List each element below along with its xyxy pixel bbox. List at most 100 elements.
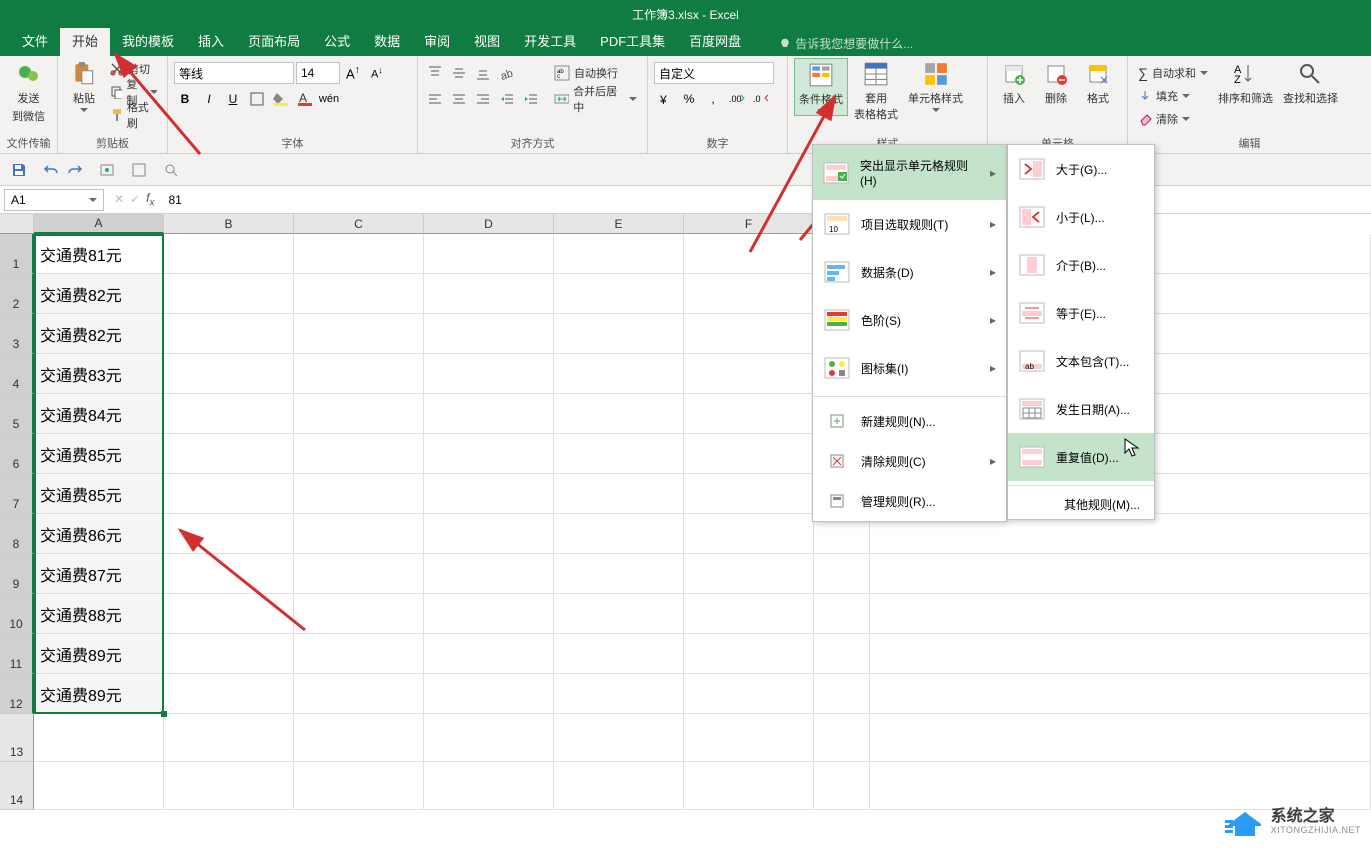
cell[interactable]	[814, 674, 870, 714]
cell[interactable]	[684, 594, 814, 634]
cell[interactable]	[554, 762, 684, 810]
cell[interactable]	[294, 474, 424, 514]
number-format-combo[interactable]: 自定义	[654, 62, 774, 84]
fx-button[interactable]: fx	[146, 191, 154, 208]
cell[interactable]: 交通费85元	[34, 434, 164, 474]
orientation-button[interactable]: ab	[496, 62, 518, 84]
send-to-wechat-button[interactable]: 发送 到微信	[8, 58, 49, 126]
increase-font-button[interactable]: A↑	[342, 62, 364, 84]
cell[interactable]	[554, 354, 684, 394]
cell[interactable]	[424, 714, 554, 762]
tab-data[interactable]: 数据	[362, 25, 412, 56]
cell[interactable]	[554, 514, 684, 554]
cell[interactable]	[164, 434, 294, 474]
increase-indent-button[interactable]	[520, 88, 542, 110]
menu-item[interactable]: 突出显示单元格规则(H)▸	[813, 145, 1006, 200]
decrease-decimal-button[interactable]: .0	[750, 88, 772, 110]
tab-file[interactable]: 文件	[10, 25, 60, 56]
row-header[interactable]: 10	[0, 594, 34, 634]
increase-decimal-button[interactable]: .00	[726, 88, 748, 110]
cell[interactable]	[554, 394, 684, 434]
cell[interactable]	[554, 634, 684, 674]
cell[interactable]	[814, 634, 870, 674]
cell-styles-button[interactable]: 单元格样式	[904, 58, 967, 114]
row-header[interactable]: 9	[0, 554, 34, 594]
cell[interactable]	[294, 762, 424, 810]
percent-button[interactable]: %	[678, 88, 700, 110]
cell[interactable]: 交通费82元	[34, 274, 164, 314]
column-header[interactable]: F	[684, 214, 814, 234]
decrease-font-button[interactable]: A↓	[366, 62, 388, 84]
align-left-button[interactable]	[424, 88, 446, 110]
cell[interactable]	[814, 762, 870, 810]
cell[interactable]	[424, 474, 554, 514]
select-all-corner[interactable]	[0, 214, 34, 234]
row-header[interactable]: 11	[0, 634, 34, 674]
cell[interactable]: 交通费82元	[34, 314, 164, 354]
cell[interactable]	[684, 434, 814, 474]
cell[interactable]	[424, 634, 554, 674]
row-header[interactable]: 4	[0, 354, 34, 394]
cell[interactable]	[164, 554, 294, 594]
cell[interactable]	[870, 714, 1371, 762]
cell[interactable]	[684, 762, 814, 810]
cell[interactable]	[424, 514, 554, 554]
qat-btn-2[interactable]	[128, 159, 150, 181]
more-rules-item[interactable]: 其他规则(M)...	[1008, 490, 1154, 519]
cell[interactable]	[424, 314, 554, 354]
cell[interactable]	[684, 474, 814, 514]
cell[interactable]	[164, 634, 294, 674]
cell[interactable]	[164, 594, 294, 634]
column-header[interactable]: E	[554, 214, 684, 234]
cell[interactable]	[554, 234, 684, 274]
undo-button[interactable]	[40, 159, 62, 181]
row-header[interactable]: 12	[0, 674, 34, 714]
menu-item[interactable]: 新建规则(N)...	[813, 401, 1006, 441]
cell[interactable]	[294, 594, 424, 634]
tab-home[interactable]: 开始	[60, 25, 110, 56]
row-header[interactable]: 6	[0, 434, 34, 474]
cancel-formula-button[interactable]: ✕	[114, 192, 124, 206]
menu-item[interactable]: 小于(L)...	[1008, 193, 1154, 241]
format-as-table-button[interactable]: 套用 表格格式	[850, 58, 902, 124]
tab-review[interactable]: 审阅	[412, 25, 462, 56]
font-color-button[interactable]: A	[294, 88, 316, 110]
cell[interactable]	[424, 394, 554, 434]
cell[interactable]	[684, 394, 814, 434]
menu-item[interactable]: 10项目选取规则(T)▸	[813, 200, 1006, 248]
tab-baidu[interactable]: 百度网盘	[677, 25, 753, 56]
column-header[interactable]: A	[34, 214, 164, 234]
font-name-combo[interactable]: 等线	[174, 62, 294, 84]
row-header[interactable]: 3	[0, 314, 34, 354]
comma-button[interactable]: ,	[702, 88, 724, 110]
cell[interactable]	[164, 274, 294, 314]
cell[interactable]	[554, 434, 684, 474]
tab-pdf[interactable]: PDF工具集	[588, 25, 677, 56]
cell[interactable]: 交通费89元	[34, 634, 164, 674]
font-size-combo[interactable]: 14	[296, 62, 340, 84]
cell[interactable]	[294, 314, 424, 354]
cell[interactable]	[684, 634, 814, 674]
cell[interactable]: 交通费85元	[34, 474, 164, 514]
insert-cells-button[interactable]: 插入	[994, 58, 1034, 108]
row-header[interactable]: 2	[0, 274, 34, 314]
cell[interactable]	[424, 762, 554, 810]
tab-view[interactable]: 视图	[462, 25, 512, 56]
qat-btn-3[interactable]	[160, 159, 182, 181]
cell[interactable]	[424, 234, 554, 274]
cell[interactable]	[164, 394, 294, 434]
name-box[interactable]: A1	[4, 189, 104, 211]
cell[interactable]	[554, 674, 684, 714]
tab-developer[interactable]: 开发工具	[512, 25, 588, 56]
cell[interactable]: 交通费89元	[34, 674, 164, 714]
row-header[interactable]: 5	[0, 394, 34, 434]
currency-button[interactable]: ¥	[654, 88, 676, 110]
cell[interactable]	[870, 674, 1371, 714]
cell[interactable]	[684, 354, 814, 394]
cell[interactable]	[554, 554, 684, 594]
bold-button[interactable]: B	[174, 88, 196, 110]
underline-button[interactable]: U	[222, 88, 244, 110]
cell[interactable]: 交通费87元	[34, 554, 164, 594]
cell[interactable]: 交通费81元	[34, 234, 164, 274]
cell[interactable]	[294, 434, 424, 474]
